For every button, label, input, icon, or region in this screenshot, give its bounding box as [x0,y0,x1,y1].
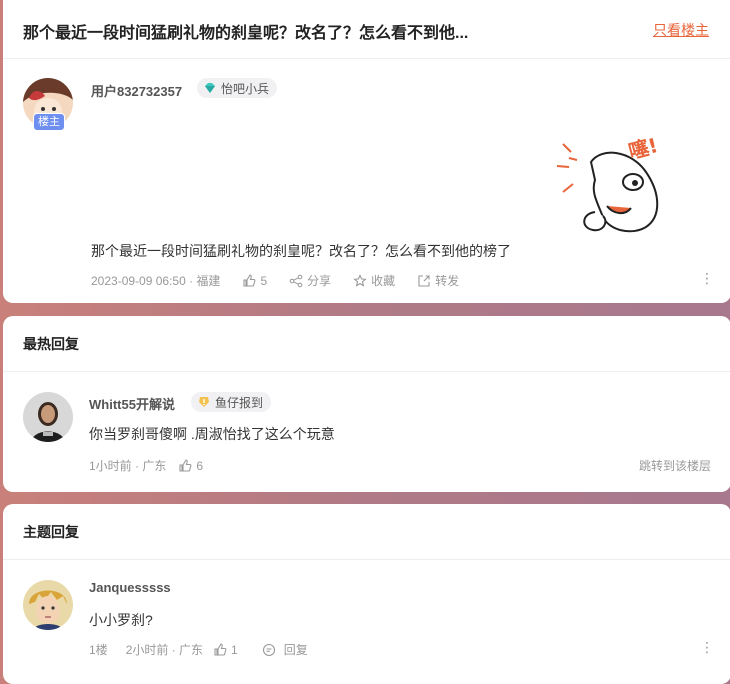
like-button[interactable]: 5 [242,274,267,288]
gem-icon [205,83,215,93]
topic-replies-card: 主题回复 Janquesssss 小小罗刹? 1楼 2小时前 · 广东 1 回复… [3,504,730,684]
op-badge-label: 怡吧小兵 [221,81,270,96]
op-meta-bar: 2023-09-09 06:50 · 福建 5 分享 收藏 转发 [91,272,459,289]
topic-reply-content: 小小罗刹? [89,612,153,628]
reply-content: 你当罗刹哥傻啊 .周淑怡找了这么个玩意 [89,426,335,442]
topic-reply-time: 2小时前 · 广东 [125,643,204,657]
reply-meta-bar: 1小时前 · 广东 6 [89,457,203,474]
forward-icon [418,274,430,287]
topic-reply-like-button[interactable]: 1 [213,643,238,657]
reply-time: 1小时前 · 广东 [89,459,167,473]
reply-username[interactable]: Whitt55开解说 [89,394,175,413]
reply-level-badge: 鱼仔报到 [191,392,272,412]
star-icon [353,273,367,287]
op-more-button[interactable]: ⋮ [700,270,714,287]
op-level-badge: 怡吧小兵 [197,78,278,98]
topic-reply-meta-bar: 1楼 2小时前 · 广东 1 回复 [89,641,308,658]
op-post-card: 那个最近一段时间猛刷礼物的刹皇呢？改名了？怎么看不到他... 只看楼主 楼主 用… [3,0,730,303]
op-content: 那个最近一段时间猛刷礼物的刹皇呢？改名了？怎么看不到他的榜了 [91,243,511,259]
reply-label: 回复 [283,643,308,657]
medal-icon [199,397,209,407]
topic-reply-like-count: 1 [231,642,238,657]
favorite-button[interactable]: 收藏 [353,272,395,289]
topic-reply-username[interactable]: Janquesssss [89,580,171,595]
share-button[interactable]: 分享 [289,272,331,289]
reply-like-button[interactable]: 6 [178,459,203,473]
thread-title-bar: 那个最近一段时间猛刷礼物的刹皇呢？改名了？怎么看不到他... 只看楼主 [3,0,730,59]
hot-replies-title: 最热回复 [23,336,79,352]
forward-button[interactable]: 转发 [417,272,459,289]
thumbs-up-icon [214,642,227,656]
reply-like-count: 6 [196,458,204,473]
like-count: 5 [260,273,268,288]
topic-replies-divider [3,559,730,560]
thumbs-up-icon [179,458,192,472]
share-icon [289,274,303,287]
thumbs-up-icon [243,273,256,287]
thread-title: 那个最近一段时间猛刷礼物的刹皇呢？改名了？怎么看不到他... [23,25,469,42]
only-op-link[interactable]: 只看楼主 [653,20,709,40]
op-location: · 福建 [189,274,221,288]
op-timestamp: 2023-09-09 06:50 [91,273,186,288]
op-tag: 楼主 [33,113,65,131]
forward-label: 转发 [435,274,460,288]
hot-replies-card: 最热回复 Whitt55开解说 鱼仔报到 你当罗刹哥傻啊 .周淑怡找了这么个玩意… [3,316,730,492]
topic-reply-more-button[interactable]: ⋮ [700,639,714,656]
reply-button[interactable]: 回复 [262,641,308,658]
share-label: 分享 [307,274,332,288]
floor-number: 1楼 [89,643,108,657]
reply-avatar[interactable] [23,392,73,442]
hot-replies-divider [3,371,730,372]
op-username[interactable]: 用户832732357 [91,81,182,100]
topic-replies-title: 主题回复 [23,524,79,540]
reply-badge-label: 鱼仔报到 [215,395,264,410]
jump-to-floor-link[interactable]: 跳转到该楼层 [639,457,711,474]
favorite-label: 收藏 [371,274,396,288]
topic-reply-avatar[interactable] [23,580,73,630]
sticker-image: 噻! [551,122,681,240]
comment-icon [262,643,275,656]
